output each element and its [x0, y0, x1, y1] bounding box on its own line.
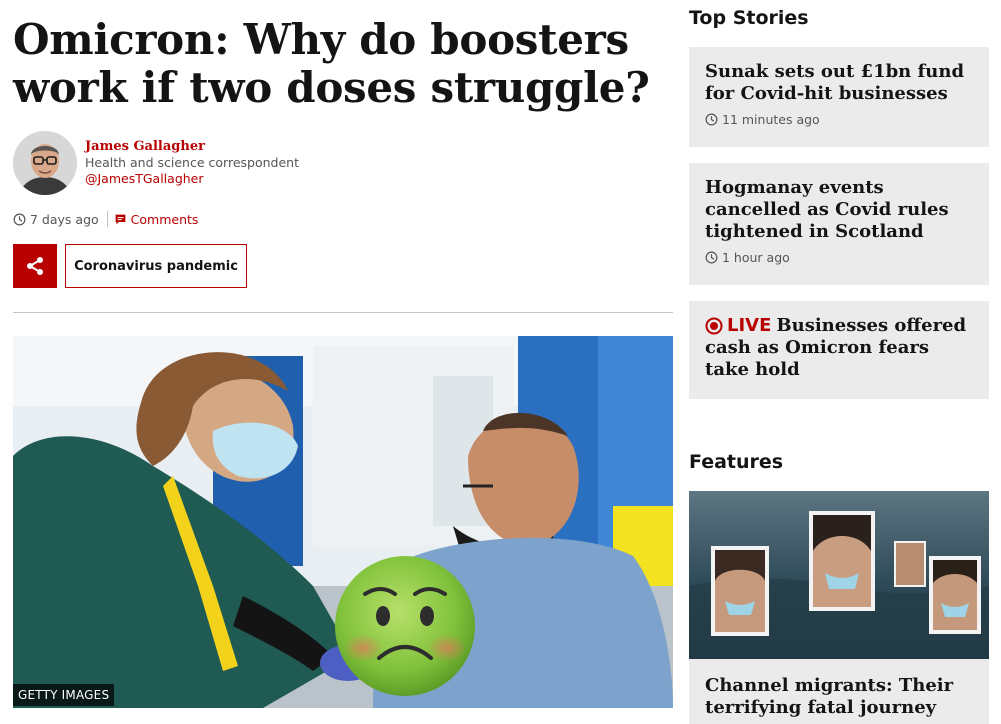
feature-card[interactable]: Channel migrants: Their terrifying fatal…	[689, 659, 989, 724]
share-icon	[27, 257, 43, 275]
comments-label: Comments	[130, 211, 199, 227]
clock-icon	[13, 213, 26, 225]
author-role: Health and science correspondent	[85, 155, 299, 170]
section-divider	[13, 312, 673, 313]
author-avatar	[13, 131, 77, 195]
top-story-time: 11 minutes ago	[705, 112, 973, 127]
features-heading: Features	[689, 451, 784, 473]
article-timestamp: 7 days ago	[30, 211, 99, 227]
live-badge: LIVE	[705, 315, 771, 337]
top-story-time: 1 hour ago	[705, 250, 973, 265]
top-story-timestamp: 11 minutes ago	[722, 112, 820, 127]
live-dot-icon	[705, 317, 723, 335]
nauseated-face-emoji	[335, 556, 475, 696]
image-credit: GETTY IMAGES	[13, 684, 115, 706]
feature-title[interactable]: Channel migrants: Their terrifying fatal…	[705, 675, 973, 719]
byline: James Gallagher Health and science corre…	[13, 131, 299, 195]
author-name-link[interactable]: James Gallagher	[85, 139, 299, 155]
meta-divider	[106, 211, 108, 227]
top-stories-heading: Top Stories	[689, 7, 809, 29]
live-label: LIVE	[727, 315, 772, 336]
feature-image[interactable]	[689, 491, 989, 659]
top-story-item[interactable]: Sunak sets out £1bn fund for Covid-hit b…	[689, 47, 989, 147]
topic-tag-button[interactable]: Coronavirus pandemic	[65, 244, 247, 288]
top-story-title[interactable]: Sunak sets out £1bn fund for Covid-hit b…	[705, 61, 973, 105]
top-story-timestamp: 1 hour ago	[722, 250, 790, 265]
article-meta: 7 days ago Comments	[13, 211, 198, 227]
article-hero-image	[13, 336, 673, 708]
comments-link[interactable]: Comments	[114, 211, 199, 227]
clock-icon	[705, 113, 718, 126]
top-story-item[interactable]: Hogmanay events cancelled as Covid rules…	[689, 163, 989, 285]
comment-icon	[115, 214, 126, 224]
article-headline: Omicron: Why do boosters work if two dos…	[13, 15, 650, 112]
live-story-title-block[interactable]: LIVE Businesses offered cash as Omicron …	[705, 315, 973, 381]
share-button[interactable]	[13, 244, 57, 288]
top-story-title[interactable]: Hogmanay events cancelled as Covid rules…	[705, 177, 973, 243]
clock-icon	[705, 251, 718, 264]
top-story-item-live[interactable]: LIVE Businesses offered cash as Omicron …	[689, 301, 989, 399]
author-twitter-link[interactable]: @JamesTGallagher	[85, 171, 299, 187]
